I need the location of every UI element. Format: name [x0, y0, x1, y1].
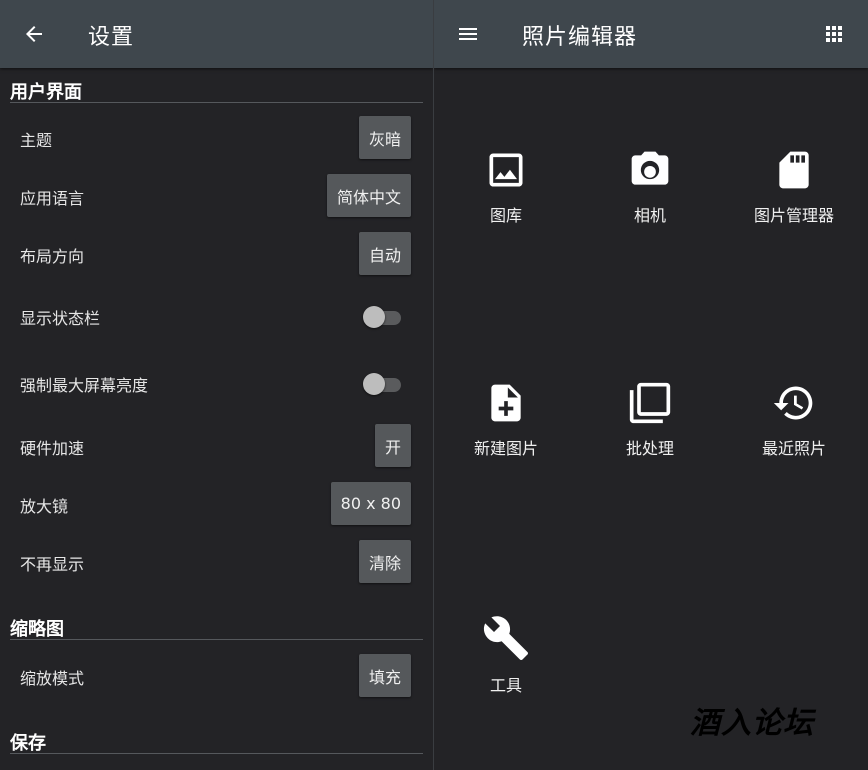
switch-knob	[363, 373, 385, 395]
scale-mode-button[interactable]: 填充	[358, 654, 411, 697]
language-button[interactable]: 简体中文	[326, 174, 411, 217]
tile-label: 工具	[489, 676, 522, 695]
section-header-ui: 用户界面	[10, 82, 82, 103]
sd-card-icon	[779, 151, 809, 189]
watermark-text: 酒入论坛	[690, 706, 814, 741]
row-label-magnifier: 放大镜	[20, 497, 69, 516]
editor-pane: 照片编辑器 图库 相机 图片管理器 新建图片 批处理 最近照片 工具	[434, 0, 868, 770]
row-label-scale-mode: 缩放模式	[20, 669, 85, 688]
tile-gallery[interactable]: 图库	[434, 148, 578, 226]
row-label-dont-show: 不再显示	[20, 555, 85, 574]
section-header-thumbnails: 缩略图	[10, 619, 64, 640]
row-label-max-brightness: 强制最大屏幕亮度	[20, 376, 149, 395]
row-label-theme: 主题	[20, 131, 53, 150]
tile-new-image[interactable]: 新建图片	[434, 381, 578, 459]
tile-label: 批处理	[625, 439, 674, 458]
section-divider	[10, 753, 423, 754]
tile-label: 图片管理器	[753, 206, 834, 225]
tile-recent-photos[interactable]: 最近照片	[722, 381, 866, 459]
max-brightness-switch[interactable]	[363, 371, 401, 395]
theme-button[interactable]: 灰暗	[358, 116, 411, 159]
tile-label: 新建图片	[473, 439, 538, 458]
tile-label: 图库	[489, 206, 522, 225]
section-divider	[10, 639, 423, 640]
new-file-icon	[491, 384, 521, 422]
camera-icon	[631, 151, 669, 185]
hw-accel-button[interactable]: 开	[374, 424, 411, 467]
row-label-language: 应用语言	[20, 189, 85, 208]
tile-tools[interactable]: 工具	[434, 614, 578, 696]
clear-button[interactable]: 清除	[358, 540, 411, 583]
image-icon	[489, 153, 523, 187]
switch-knob	[363, 306, 385, 328]
row-label-hw-accel: 硬件加速	[20, 439, 85, 458]
wrench-icon	[483, 616, 528, 660]
tile-batch[interactable]: 批处理	[578, 381, 722, 459]
layout-direction-button[interactable]: 自动	[358, 232, 411, 275]
apps-grid-icon[interactable]	[822, 22, 846, 46]
tile-label: 最近照片	[761, 439, 826, 458]
editor-app-bar: 照片编辑器	[434, 0, 868, 68]
tile-image-manager[interactable]: 图片管理器	[722, 148, 866, 226]
tile-camera[interactable]: 相机	[578, 148, 722, 226]
tile-label: 相机	[633, 206, 666, 225]
row-label-status-bar: 显示状态栏	[20, 309, 101, 328]
history-icon	[773, 386, 813, 420]
status-bar-switch[interactable]	[363, 304, 401, 328]
section-divider	[10, 102, 423, 103]
settings-app-bar: 设置	[0, 0, 433, 68]
editor-title: 照片编辑器	[522, 25, 638, 50]
settings-title: 设置	[88, 25, 135, 50]
back-arrow-icon[interactable]	[22, 22, 46, 46]
batch-icon	[629, 382, 671, 424]
row-label-layout-direction: 布局方向	[20, 247, 85, 266]
section-header-save: 保存	[10, 733, 46, 754]
magnifier-button[interactable]: 80 x 80	[330, 482, 411, 525]
settings-pane: 设置 用户界面 主题 灰暗 应用语言 简体中文 布局方向 自动 显示状态栏 强制…	[0, 0, 433, 770]
menu-icon[interactable]	[456, 22, 480, 46]
